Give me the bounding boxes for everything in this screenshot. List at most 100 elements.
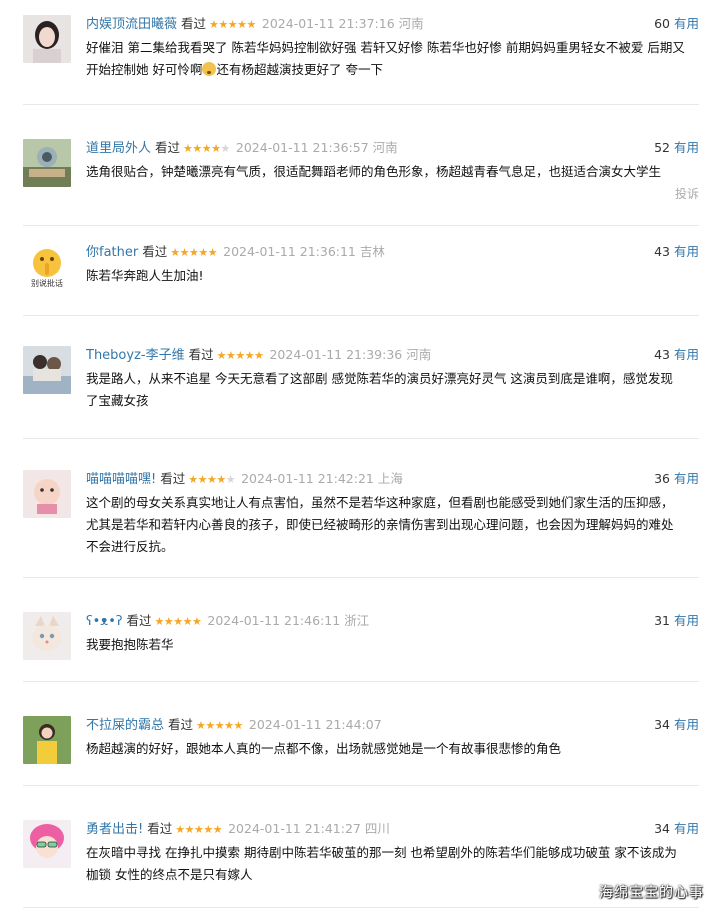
useful-button[interactable]: 有用: [674, 347, 699, 362]
useful-button[interactable]: 有用: [674, 471, 699, 486]
rating-stars: ★★★★★: [170, 244, 217, 262]
vote-area: 43 有用: [654, 346, 699, 364]
rating-stars: ★★★★★: [175, 821, 222, 839]
username-link[interactable]: Theboyz-李子维: [86, 348, 185, 363]
vote-count: 34: [654, 821, 670, 836]
username-link[interactable]: ʕ•ᴥ•ʔ: [86, 614, 123, 629]
comment-text-tail: 还有杨超越演技更好了 夸一下: [216, 62, 383, 77]
star-filled-icon: ★: [175, 823, 185, 836]
comment-text: 选角很贴合，钟楚曦漂亮有气质，很适配舞蹈老师的角色形象，杨超越青春气息足，也挺适…: [86, 164, 662, 179]
watched-label: 看过: [188, 347, 214, 362]
star-filled-icon: ★: [163, 615, 174, 628]
star-filled-icon: ★: [173, 615, 183, 628]
star-filled-icon: ★: [209, 18, 219, 31]
star-filled-icon: ★: [212, 823, 223, 836]
comment-time: 2024-01-11 21:42:21: [241, 471, 374, 486]
username-link[interactable]: 你father: [86, 245, 138, 260]
star-filled-icon: ★: [237, 18, 247, 31]
comment-location: 浙江: [344, 613, 370, 628]
username-link[interactable]: 喵喵喵喵嘿!: [86, 472, 156, 487]
star-filled-icon: ★: [170, 246, 180, 259]
useful-button[interactable]: 有用: [674, 140, 699, 155]
comment-text: 在灰暗中寻找 在挣扎中摸索 期待剧中陈若华破茧的那一刻 也希望剧外的陈若华们能够…: [86, 845, 677, 882]
vote-area: 52 有用: [654, 139, 699, 157]
comment-text: 我是路人，从来不追星 今天无意看了这部剧 感觉陈若华的演员好漂亮好灵气 这演员到…: [86, 371, 673, 408]
comment-text: 杨超越演的好好，跟她本人真的一点都不像，出场就感觉她是一个有故事很悲惨的角色: [86, 741, 562, 756]
watermark-text: 海绵宝宝的心事: [599, 885, 704, 901]
shush-emoji-avatar[interactable]: 别说批话: [23, 243, 71, 291]
comment-item: 不拉屎的霸总 看过 ★★★★★ 2024-01-11 21:44:07 34 有用 杨超…: [23, 716, 699, 786]
useful-button[interactable]: 有用: [674, 16, 699, 31]
star-filled-icon: ★: [207, 246, 218, 259]
comment-time: 2024-01-11 21:46:11: [207, 613, 341, 628]
star-filled-icon: ★: [183, 142, 193, 155]
girl-yellow-avatar[interactable]: [23, 716, 71, 764]
username-link[interactable]: 内娱顶流田曦薇: [86, 17, 177, 32]
username-link[interactable]: 勇者出击!: [86, 822, 143, 837]
comment-time: 2024-01-11 21:39:36: [269, 347, 403, 362]
comment-item: ʕ•ᴥ•ʔ 看过 ★★★★★ 2024-01-11 21:46:11 浙江 31 有用 我…: [23, 612, 699, 682]
vote-area: 60 有用: [654, 15, 699, 33]
star-filled-icon: ★: [227, 18, 238, 31]
crying-face-icon: [202, 62, 217, 76]
rating-stars: ★★★★★: [188, 471, 235, 489]
watched-label: 看过: [155, 140, 181, 155]
comment-meta: ʕ•ᴥ•ʔ 看过 ★★★★★ 2024-01-11 21:46:11 浙江: [86, 612, 699, 630]
watched-label: 看过: [142, 244, 168, 259]
comment-meta: 勇者出击! 看过 ★★★★★ 2024-01-11 21:41:27 四川: [86, 820, 699, 838]
star-filled-icon: ★: [235, 349, 245, 362]
comment-item: 喵喵喵喵嘿! 看过 ★★★★★ 2024-01-11 21:42:21 上海 36 有用 …: [23, 470, 699, 578]
comment-meta: 喵喵喵喵嘿! 看过 ★★★★★ 2024-01-11 21:42:21 上海: [86, 470, 699, 488]
baby-photo-avatar[interactable]: [23, 470, 71, 518]
watched-label: 看过: [160, 471, 186, 486]
star-filled-icon: ★: [182, 615, 193, 628]
vote-count: 52: [654, 140, 670, 155]
star-filled-icon: ★: [211, 142, 221, 155]
comment-meta: 内娱顶流田曦薇 看过 ★★★★★ 2024-01-11 21:37:16 河南: [86, 15, 699, 33]
star-filled-icon: ★: [201, 142, 212, 155]
comment-time: 2024-01-11 21:36:11: [223, 244, 356, 259]
star-filled-icon: ★: [154, 615, 165, 628]
vote-area: 36 有用: [654, 470, 699, 488]
star-filled-icon: ★: [203, 823, 213, 836]
star-filled-icon: ★: [233, 719, 244, 732]
star-filled-icon: ★: [192, 615, 202, 628]
star-filled-icon: ★: [179, 246, 190, 259]
comment-meta: 不拉屎的霸总 看过 ★★★★★ 2024-01-11 21:44:07: [86, 716, 699, 734]
useful-button[interactable]: 有用: [674, 821, 699, 836]
useful-button[interactable]: 有用: [674, 717, 699, 732]
star-filled-icon: ★: [192, 142, 202, 155]
star-filled-icon: ★: [254, 349, 264, 362]
anime-pink-hair-avatar[interactable]: [23, 820, 71, 868]
username-link[interactable]: 不拉屎的霸总: [86, 718, 164, 733]
cat-photo-avatar[interactable]: [23, 612, 71, 660]
star-filled-icon: ★: [205, 719, 215, 732]
vote-area: 34 有用: [654, 716, 699, 734]
report-link[interactable]: 投诉: [675, 185, 699, 202]
username-link[interactable]: 道里局外人: [86, 141, 151, 156]
rating-stars: ★★★★★: [217, 347, 264, 365]
vote-area: 31 有用: [654, 612, 699, 630]
vote-count: 36: [654, 471, 670, 486]
vote-area: 43 有用: [654, 243, 699, 261]
useful-button[interactable]: 有用: [674, 613, 699, 628]
comment-location: 吉林: [359, 244, 385, 259]
watched-label: 看过: [168, 717, 194, 732]
couple-photo-avatar[interactable]: [23, 346, 71, 394]
comment-item: 道里局外人 看过 ★★★★★ 2024-01-11 21:36:57 河南 52 有用 选…: [23, 139, 699, 226]
vote-count: 43: [654, 244, 670, 259]
comment-location: 四川: [364, 821, 390, 836]
comment-text: 这个剧的母女关系真实地让人有点害怕，虽然不是若华这种家庭，但看剧也能感受到她们家…: [86, 495, 674, 554]
vote-count: 31: [654, 613, 670, 628]
comment-item: 勇者出击! 看过 ★★★★★ 2024-01-11 21:41:27 四川 34 有用 在…: [23, 820, 699, 908]
building-photo-avatar[interactable]: [23, 139, 71, 187]
useful-button[interactable]: 有用: [674, 244, 699, 259]
girl-portrait-avatar[interactable]: [23, 15, 71, 63]
vote-count: 60: [654, 16, 670, 31]
comment-text: 陈若华奔跑人生加油!: [86, 268, 204, 283]
comment-item: Theboyz-李子维 看过 ★★★★★ 2024-01-11 21:39:36 河南 …: [23, 346, 699, 439]
comment-text: 好催泪 第二集给我看哭了 陈若华妈妈控制欲好强 若轩又好惨 陈若华也好惨 前期妈…: [86, 37, 685, 81]
vote-area: 34 有用: [654, 820, 699, 838]
vote-count: 43: [654, 347, 670, 362]
comment-location: 河南: [372, 140, 398, 155]
